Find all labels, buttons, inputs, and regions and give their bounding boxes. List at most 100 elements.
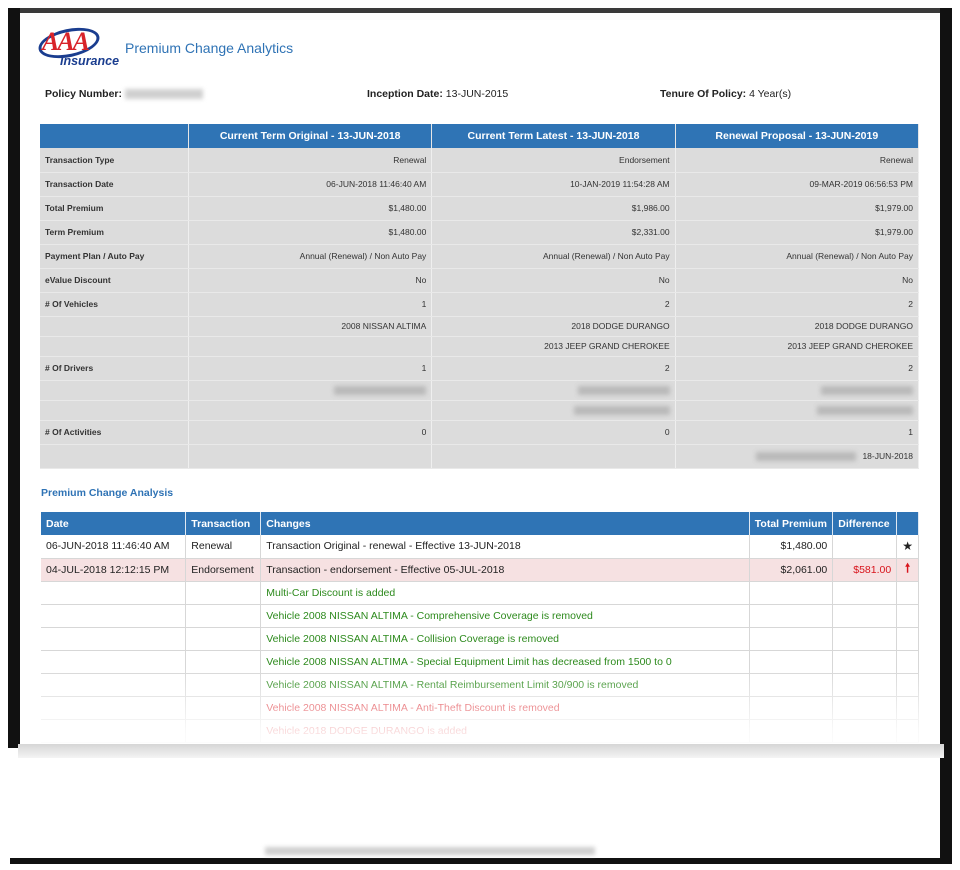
tenure-of-policy: Tenure Of Policy: 4 Year(s) — [660, 88, 791, 100]
header-date[interactable]: Date — [41, 512, 187, 535]
summary-cell: Annual (Renewal) / Non Auto Pay — [188, 244, 433, 269]
summary-cell: $1,480.00 — [188, 220, 433, 245]
summary-cell — [431, 444, 676, 469]
redacted-name — [573, 406, 670, 416]
summary-cell-redacted — [431, 400, 676, 421]
summary-row-term-premium: Term Premium $1,480.00 $2,331.00 $1,979.… — [40, 220, 920, 245]
redacted-name — [821, 386, 913, 396]
summary-label: Total Premium — [40, 196, 190, 221]
row-date — [41, 627, 187, 651]
table-row[interactable]: Vehicle 2008 NISSAN ALTIMA - Anti-Theft … — [41, 696, 919, 720]
summary-header-current-original: Current Term Original - 13-JUN-2018 — [188, 124, 433, 148]
premium-change-analysis-table: Date Transaction Changes Total Premium D… — [41, 512, 919, 743]
summary-label: Term Premium — [40, 220, 190, 245]
row-difference — [832, 535, 898, 559]
table-row[interactable]: 06-JUN-2018 11:46:40 AM Renewal Transact… — [41, 535, 919, 559]
summary-cell: 2 — [675, 292, 920, 317]
summary-row-activities: # Of Activities 0 0 1 — [40, 420, 920, 445]
page-frame-left — [8, 8, 20, 748]
summary-cell: $2,331.00 — [431, 220, 676, 245]
summary-cell-redacted — [431, 380, 676, 401]
summary-row-evalue-discount: eValue Discount No No No — [40, 268, 920, 293]
row-transaction: Endorsement — [185, 558, 262, 582]
summary-header-current-latest: Current Term Latest - 13-JUN-2018 — [431, 124, 676, 148]
header-total-premium[interactable]: Total Premium — [749, 512, 834, 535]
table-row[interactable]: 04-JUL-2018 12:12:15 PM Endorsement Tran… — [41, 558, 919, 582]
table-row[interactable]: Multi-Car Discount is added — [41, 581, 919, 605]
table-row[interactable]: Vehicle 2008 NISSAN ALTIMA - Comprehensi… — [41, 604, 919, 628]
table-row[interactable]: Vehicle 2008 NISSAN ALTIMA - Collision C… — [41, 627, 919, 651]
summary-row-total-premium: Total Premium $1,480.00 $1,986.00 $1,979… — [40, 196, 920, 221]
row-date — [41, 650, 187, 674]
table-row[interactable]: Vehicle 2018 DODGE DURANGO is added — [41, 719, 919, 743]
row-date — [41, 719, 187, 743]
row-date — [41, 581, 187, 605]
header-changes[interactable]: Changes — [260, 512, 750, 535]
row-total-premium: $2,061.00 — [749, 558, 834, 582]
row-change: Vehicle 2008 NISSAN ALTIMA - Special Equ… — [260, 650, 750, 674]
summary-cell: 09-MAR-2019 06:56:53 PM — [675, 172, 920, 197]
policy-number-redacted — [124, 89, 203, 100]
summary-header-blank — [40, 124, 190, 148]
tenure-label: Tenure Of Policy: — [660, 88, 747, 100]
logo-insurance-text: Insurance — [60, 54, 120, 68]
summary-row-vehicles: # Of Vehicles 1 2 2 — [40, 292, 920, 317]
row-change: Transaction Original - renewal - Effecti… — [260, 535, 750, 559]
activity-date: 18-JUN-2018 — [862, 450, 913, 461]
table-row[interactable]: Vehicle 2008 NISSAN ALTIMA - Rental Reim… — [41, 673, 919, 697]
page-title: Premium Change Analytics — [125, 40, 294, 56]
summary-label: Transaction Type — [40, 148, 190, 173]
row-difference — [832, 627, 898, 651]
summary-cell-redacted — [675, 400, 920, 421]
page-fade-edge — [18, 744, 944, 758]
summary-cell: 2 — [675, 356, 920, 381]
page-frame-bottom — [10, 858, 952, 864]
row-date — [41, 673, 187, 697]
summary-label: # Of Activities — [40, 420, 190, 445]
row-marker — [896, 650, 919, 674]
row-total-premium: $1,480.00 — [749, 535, 834, 559]
row-transaction — [185, 719, 262, 743]
row-marker — [896, 627, 919, 651]
summary-row-transaction-type: Transaction Type Renewal Endorsement Ren… — [40, 148, 920, 173]
summary-cell: 2 — [431, 292, 676, 317]
summary-row-drivers: # Of Drivers 1 2 2 — [40, 356, 920, 381]
summary-row-driver-2-redacted — [40, 400, 920, 421]
row-difference — [832, 650, 898, 674]
header-transaction[interactable]: Transaction — [185, 512, 262, 535]
row-transaction — [185, 627, 262, 651]
logo-aaa-text: AAA — [42, 27, 90, 56]
summary-label: # Of Vehicles — [40, 292, 190, 317]
summary-label: eValue Discount — [40, 268, 190, 293]
summary-cell-redacted — [188, 380, 433, 401]
analysis-header-row: Date Transaction Changes Total Premium D… — [41, 512, 919, 535]
row-change: Vehicle 2008 NISSAN ALTIMA - Collision C… — [260, 627, 750, 651]
summary-label: # Of Drivers — [40, 356, 190, 381]
row-transaction — [185, 581, 262, 605]
row-marker — [896, 604, 919, 628]
inception-date-label: Inception Date: — [367, 88, 443, 100]
table-row[interactable]: Vehicle 2008 NISSAN ALTIMA - Special Equ… — [41, 650, 919, 674]
star-icon: ★ — [896, 535, 919, 559]
summary-cell — [188, 444, 433, 469]
summary-cell: Annual (Renewal) / Non Auto Pay — [675, 244, 920, 269]
row-change: Transaction - endorsement - Effective 05… — [260, 558, 750, 582]
row-total-premium — [749, 673, 834, 697]
redacted-name — [577, 386, 670, 396]
row-total-premium — [749, 604, 834, 628]
summary-cell: 1 — [675, 420, 920, 445]
row-transaction — [185, 650, 262, 674]
summary-cell: 2018 DODGE DURANGO — [675, 316, 920, 337]
summary-cell: 0 — [431, 420, 676, 445]
summary-cell: 10-JAN-2019 11:54:28 AM — [431, 172, 676, 197]
header-difference[interactable]: Difference — [832, 512, 898, 535]
summary-row-transaction-date: Transaction Date 06-JUN-2018 11:46:40 AM… — [40, 172, 920, 197]
summary-cell: 1 — [188, 292, 433, 317]
header-marker — [896, 512, 919, 535]
aaa-insurance-logo: AAA Insurance — [35, 22, 120, 71]
summary-cell: 2008 NISSAN ALTIMA — [188, 316, 433, 337]
row-date: 04-JUL-2018 12:12:15 PM — [41, 558, 187, 582]
summary-cell — [188, 336, 433, 357]
summary-row-vehicle-1: 2008 NISSAN ALTIMA 2018 DODGE DURANGO 20… — [40, 316, 920, 337]
summary-cell: $1,979.00 — [675, 196, 920, 221]
